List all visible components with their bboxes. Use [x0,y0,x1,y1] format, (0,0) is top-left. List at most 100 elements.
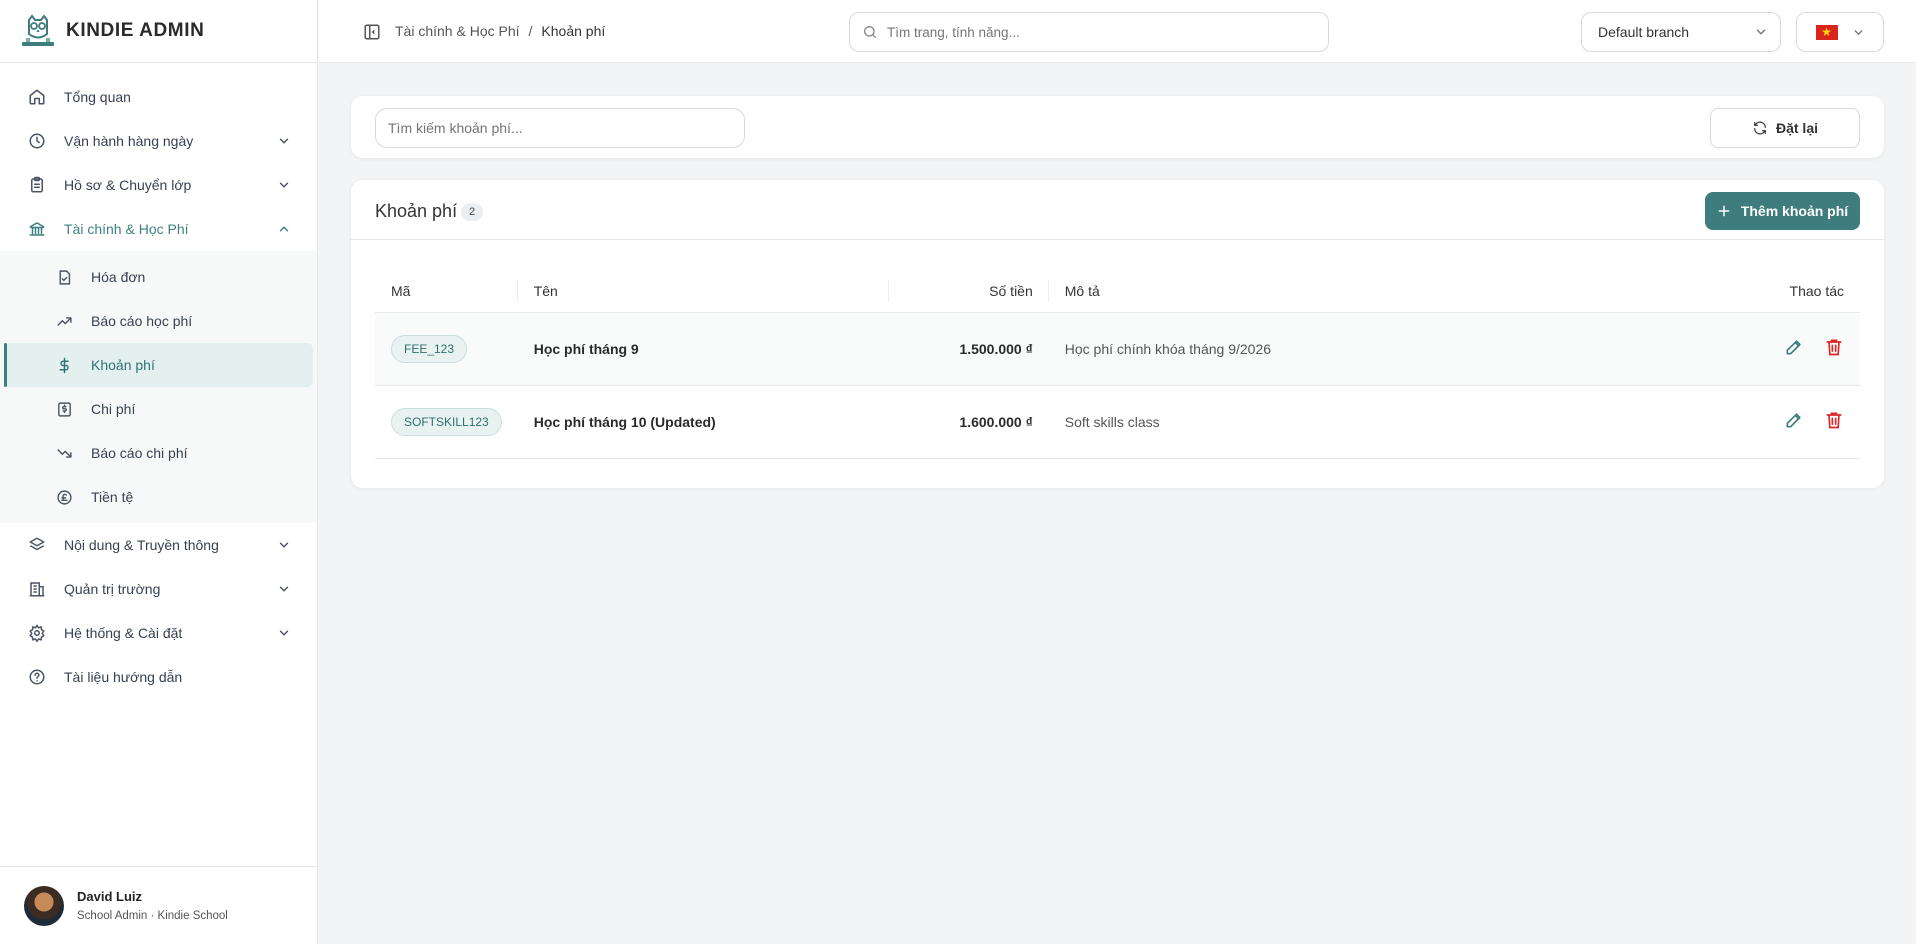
edit-pencil-icon[interactable] [1784,337,1804,357]
gear-icon [29,624,45,642]
fees-card: Khoản phí 2 Thêm khoản phí Mã Tên Số tiề… [351,180,1884,488]
breadcrumb-separator: / [528,23,533,39]
cell-amount: 1.500.000 ₫ [888,312,1049,386]
column-header-name[interactable]: Tên [517,270,889,313]
chevron-down-icon [279,138,289,144]
invoice-icon [59,269,71,285]
breadcrumb: Tài chính & Học Phí / Khoản phí [395,23,605,39]
sidebar-item-finance[interactable]: Tài chính & Học Phí [0,207,317,251]
column-header-description[interactable]: Mô tả [1048,270,1760,313]
sidebar-item-system-settings[interactable]: Hệ thống & Cài đặt [0,611,317,655]
sidebar-item-label: Hệ thống & Cài đặt [64,625,183,641]
brand[interactable]: KINDIE ADMIN [0,0,317,63]
table-row[interactable]: SOFTSKILL123 Học phí tháng 10 (Updated) … [375,385,1860,459]
building-icon [29,582,45,597]
topbar: Tài chính & Học Phí / Khoản phí Default … [319,0,1916,63]
cell-code: SOFTSKILL123 [375,385,518,459]
user-profile[interactable]: David Luiz School Admin · Kindie School [0,866,317,944]
chevron-down-icon [279,586,289,592]
sidebar-item-label: Vận hành hàng ngày [64,133,194,149]
chevron-down-icon [279,542,289,548]
column-header-actions: Thao tác [1760,270,1860,313]
sidebar-item-content[interactable]: Nội dung & Truyền thông [0,523,317,567]
fee-search-input[interactable] [375,108,745,148]
sidebar-item-fees[interactable]: Khoản phí [4,343,313,387]
table-header-row: Mã Tên Số tiền Mô tả Thao tác [375,270,1860,313]
sidebar-item-overview[interactable]: Tổng quan [0,75,317,119]
sidebar-item-label: Chi phí [91,401,136,417]
help-circle-icon [29,669,45,685]
sidebar-item-label: Hóa đơn [91,269,146,285]
sidebar-item-docs[interactable]: Tài liệu hướng dẫn [0,655,317,699]
reset-button[interactable]: Đặt lại [1710,108,1860,148]
cell-code: FEE_123 [375,312,518,386]
receipt-icon [58,401,71,417]
delete-trash-icon[interactable] [1824,337,1844,357]
column-header-amount[interactable]: Số tiền [888,270,1049,313]
cell-description: Soft skills class [1048,385,1760,459]
sidebar-item-label: Khoản phí [91,357,155,373]
sidebar-item-daily-operations[interactable]: Vận hành hàng ngày [0,119,317,163]
branch-select-value: Default branch [1598,24,1690,40]
cell-name: Học phí tháng 9 [517,312,889,386]
filter-bar: Đặt lại [351,96,1884,158]
chevron-down-icon [1756,29,1766,35]
global-search[interactable] [849,12,1329,52]
cell-amount: 1.600.000 ₫ [888,385,1049,459]
clipboard-icon [31,176,43,193]
breadcrumb-current: Khoản phí [541,23,606,39]
chevron-down-icon [279,182,289,188]
fees-count-badge: 2 [461,203,483,221]
app-name: KINDIE ADMIN [66,20,205,41]
clock-icon [29,133,45,149]
trending-up-icon [57,316,72,326]
fees-table: Mã Tên Số tiền Mô tả Thao tác FEE_123 Họ… [375,270,1860,459]
pound-icon [57,489,72,505]
home-icon [29,89,45,105]
sidebar-item-label: Tài liệu hướng dẫn [64,669,183,685]
chevron-down-icon [279,630,289,636]
cell-actions [1760,385,1860,459]
avatar [24,885,64,926]
cell-name: Học phí tháng 10 (Updated) [517,385,889,459]
sidebar-item-label: Quản trị trường [64,581,161,597]
fees-card-header: Khoản phí 2 Thêm khoản phí [351,180,1884,240]
layers-icon [29,537,45,551]
sidebar-item-school-admin[interactable]: Quản trị trường [0,567,317,611]
sidebar-item-label: Tổng quan [64,89,131,105]
vietnam-flag-icon: ★ [1815,24,1838,40]
plus-icon [1718,205,1730,217]
sidebar-item-expenses[interactable]: Chi phí [4,387,313,431]
table-row[interactable]: FEE_123 Học phí tháng 9 1.500.000 ₫ Học … [375,312,1860,386]
refresh-icon [1753,121,1766,135]
reset-button-label: Đặt lại [1775,120,1818,136]
add-fee-button[interactable]: Thêm khoản phí [1705,192,1860,230]
column-header-code[interactable]: Mã [375,270,518,313]
edit-pencil-icon[interactable] [1784,410,1804,430]
chevron-down-icon [1854,29,1862,35]
fee-code-badge: SOFTSKILL123 [391,407,502,436]
main-nav: Tổng quan Vận hành hàng ngày Hồ sơ & Chu… [0,63,317,699]
fee-code-badge: FEE_123 [391,334,468,363]
branch-select[interactable]: Default branch [1581,12,1781,52]
fees-title: Khoản phí [375,201,458,221]
chevron-up-icon [279,226,289,232]
global-search-input[interactable] [887,24,1307,40]
dollar-icon [59,357,69,373]
search-icon [864,26,876,38]
sidebar-item-fee-report[interactable]: Báo cáo học phí [4,299,313,343]
delete-trash-icon[interactable] [1824,410,1844,430]
sidebar-item-label: Báo cáo chi phí [91,445,188,461]
sidebar: KINDIE ADMIN Tổng quan Vận hành hàng ngà… [0,0,318,944]
sidebar-item-currency[interactable]: Tiền tệ [4,475,313,519]
sidebar-toggle-icon[interactable] [363,23,381,41]
sidebar-item-records[interactable]: Hồ sơ & Chuyển lớp [0,163,317,207]
sidebar-item-label: Nội dung & Truyền thông [64,537,219,553]
sidebar-item-expense-report[interactable]: Báo cáo chi phí [4,431,313,475]
sidebar-item-label: Tiền tệ [91,489,134,505]
cell-actions [1760,312,1860,386]
language-select[interactable]: ★ [1796,12,1884,52]
sidebar-item-label: Báo cáo học phí [91,313,193,329]
breadcrumb-parent[interactable]: Tài chính & Học Phí [395,23,520,39]
sidebar-item-invoices[interactable]: Hóa đơn [4,255,313,299]
